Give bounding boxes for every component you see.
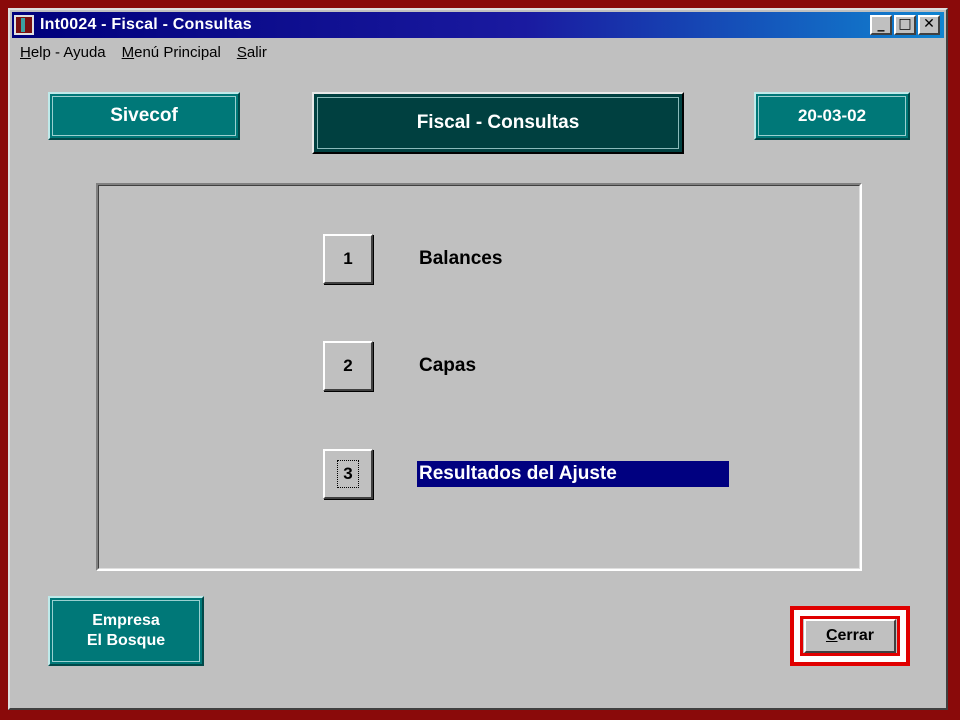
menu-main-label: enú Principal (134, 44, 221, 61)
menu-help-label: elp - Ayuda (30, 44, 106, 61)
menu-main-hotkey: M (121, 44, 135, 61)
date-badge: 20-03-02 (754, 92, 910, 140)
company-line-2: El Bosque (86, 632, 166, 649)
option-1-number: 1 (343, 249, 353, 268)
close-window-button[interactable]: ✕ (918, 15, 940, 35)
option-3-label[interactable]: Resultados del Ajuste (417, 461, 729, 487)
close-button-frame: Cerrar (790, 606, 910, 666)
close-button-focus-ring: Cerrar (800, 616, 900, 656)
option-1-button[interactable]: 1 (323, 234, 373, 284)
option-2-label[interactable]: Capas (417, 353, 476, 379)
close-button-label: errar (837, 627, 875, 644)
minimize-button[interactable]: _ (870, 15, 892, 35)
close-button[interactable]: Cerrar (804, 619, 896, 653)
menu-exit-hotkey: S (236, 44, 247, 61)
menu-exit[interactable]: Salir (237, 44, 267, 64)
menu-help[interactable]: Help - Ayuda (20, 44, 106, 64)
title-bar[interactable]: Int0024 - Fiscal - Consultas _ □ ✕ (12, 12, 944, 38)
maximize-button[interactable]: □ (894, 15, 916, 35)
menu-help-hotkey: H (20, 44, 31, 61)
company-badge: Empresa El Bosque (48, 596, 204, 666)
screen-title: Fiscal - Consultas (312, 92, 684, 154)
menu-exit-label: alir (246, 44, 267, 61)
main-window: Int0024 - Fiscal - Consultas _ □ ✕ Help … (8, 8, 948, 710)
option-3-number: 3 (337, 460, 359, 488)
menu-bar: Help - Ayuda Menú Principal Salir (20, 44, 283, 64)
option-1-label[interactable]: Balances (417, 246, 502, 272)
option-2-button[interactable]: 2 (323, 341, 373, 391)
system-name-badge: Sivecof (48, 92, 240, 140)
window-controls: _ □ ✕ (868, 15, 940, 35)
app-icon[interactable] (14, 15, 34, 35)
window-title: Int0024 - Fiscal - Consultas (40, 16, 252, 33)
menu-main[interactable]: Menú Principal (122, 44, 221, 64)
option-3-button[interactable]: 3 (323, 449, 373, 499)
option-2-number: 2 (343, 356, 353, 375)
options-panel-inner: 1 Balances 2 Capas 3 Resultados del Ajus… (98, 185, 860, 569)
options-panel: 1 Balances 2 Capas 3 Resultados del Ajus… (96, 183, 862, 571)
company-line-1: Empresa (92, 612, 160, 629)
close-button-hotkey: C (825, 627, 838, 644)
